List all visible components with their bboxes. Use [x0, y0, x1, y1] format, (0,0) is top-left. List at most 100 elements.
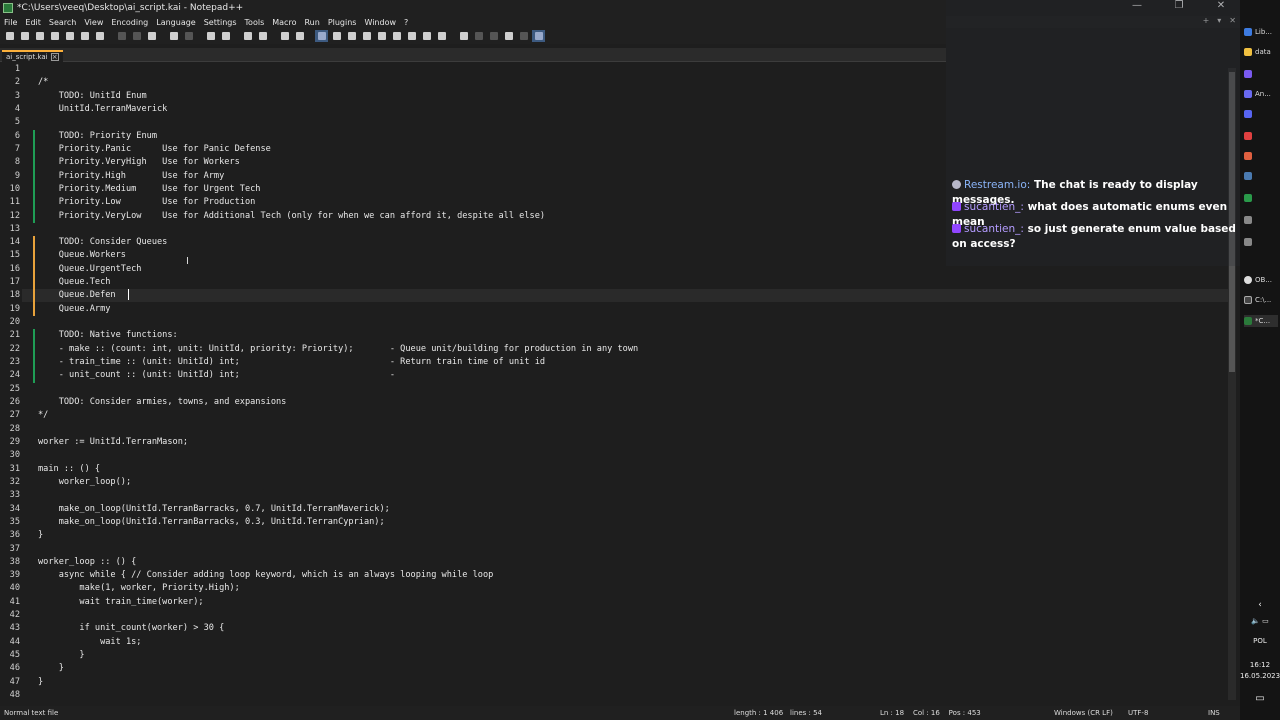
tray-icons[interactable]: 🔈 ▭	[1240, 616, 1280, 626]
document-map-icon[interactable]	[375, 30, 388, 42]
line-number[interactable]: 2	[0, 76, 20, 89]
save-macro-icon[interactable]	[517, 30, 530, 42]
code-line[interactable]: worker := UnitId.TerranMason;	[38, 436, 188, 449]
replace-icon[interactable]	[219, 30, 232, 42]
input-language[interactable]: POL	[1240, 636, 1280, 646]
document-list-icon[interactable]	[390, 30, 403, 42]
line-number[interactable]: 30	[0, 449, 20, 462]
line-number[interactable]: 28	[0, 423, 20, 436]
menu-tools[interactable]: Tools	[241, 18, 269, 27]
line-number[interactable]: 17	[0, 276, 20, 289]
line-number[interactable]: 46	[0, 662, 20, 675]
menu-window[interactable]: Window	[360, 18, 400, 27]
taskbar-item-app[interactable]	[1244, 68, 1278, 80]
sync-vertical-icon[interactable]	[278, 30, 291, 42]
line-number[interactable]: 40	[0, 582, 20, 595]
close-all-icon[interactable]	[78, 30, 91, 42]
code-line[interactable]: make_on_loop(UnitId.TerranBarracks, 0.7,…	[38, 503, 390, 516]
new-file-icon[interactable]	[3, 30, 16, 42]
code-line[interactable]: }	[38, 529, 43, 542]
code-line[interactable]: - make :: (count: int, unit: UnitId, pri…	[38, 343, 638, 356]
line-number[interactable]: 43	[0, 622, 20, 635]
code-line[interactable]: TODO: Native functions:	[38, 329, 178, 342]
line-number[interactable]: 13	[0, 223, 20, 236]
code-line[interactable]: worker_loop :: () {	[38, 556, 136, 569]
indent-guide-icon[interactable]	[345, 30, 358, 42]
show-all-characters-icon[interactable]	[330, 30, 343, 42]
line-number[interactable]: 5	[0, 116, 20, 129]
line-number[interactable]: 27	[0, 409, 20, 422]
line-number[interactable]: 37	[0, 543, 20, 556]
line-number[interactable]: 6	[0, 130, 20, 143]
code-line[interactable]: Priority.VeryLow Use for Additional Tech…	[38, 210, 545, 223]
taskbar-item-terminal[interactable]: C:\...	[1244, 294, 1278, 306]
code-line[interactable]: Priority.High Use for Army	[38, 170, 225, 183]
line-number[interactable]: 19	[0, 303, 20, 316]
code-line[interactable]: Queue.UrgentTech	[38, 263, 142, 276]
taskbar-item-app[interactable]	[1244, 130, 1278, 142]
save-all-icon[interactable]	[48, 30, 61, 42]
redo-icon[interactable]	[182, 30, 195, 42]
run-macro-multiple-icon[interactable]	[502, 30, 515, 42]
tab-ai-script[interactable]: ai_script.kai ×	[2, 50, 63, 62]
line-number[interactable]: 20	[0, 316, 20, 329]
line-number[interactable]: 21	[0, 329, 20, 342]
open-file-icon[interactable]	[18, 30, 31, 42]
taskbar-item-app[interactable]	[1244, 192, 1278, 204]
menu-settings[interactable]: Settings	[200, 18, 241, 27]
line-number[interactable]: 22	[0, 343, 20, 356]
line-number[interactable]: 31	[0, 463, 20, 476]
cut-icon[interactable]	[115, 30, 128, 42]
code-line[interactable]: /*	[38, 76, 48, 89]
monitoring-icon[interactable]	[435, 30, 448, 42]
line-number[interactable]: 29	[0, 436, 20, 449]
code-line[interactable]: Queue.Workers	[38, 249, 126, 262]
line-number[interactable]: 14	[0, 236, 20, 249]
line-number[interactable]: 15	[0, 249, 20, 262]
taskbar-item-app[interactable]	[1244, 214, 1278, 226]
line-number[interactable]: 10	[0, 183, 20, 196]
taskbar-item-browser[interactable]: Lib...	[1244, 26, 1278, 38]
print-icon[interactable]	[93, 30, 106, 42]
word-wrap-icon[interactable]	[315, 30, 328, 42]
line-number[interactable]: 39	[0, 569, 20, 582]
code-line[interactable]: wait train_time(worker);	[38, 596, 203, 609]
undo-icon[interactable]	[167, 30, 180, 42]
taskbar-item-app[interactable]	[1244, 150, 1278, 162]
line-number[interactable]: 34	[0, 503, 20, 516]
close-icon[interactable]	[63, 30, 76, 42]
line-number[interactable]: 24	[0, 369, 20, 382]
code-line[interactable]: TODO: Priority Enum	[38, 130, 157, 143]
taskbar-item-app[interactable]	[1244, 236, 1278, 248]
taskbar-item-notepadpp[interactable]: *C...	[1244, 315, 1278, 327]
code-line[interactable]: wait 1s;	[38, 636, 141, 649]
menu-file[interactable]: File	[0, 18, 21, 27]
line-number[interactable]: 48	[0, 689, 20, 702]
menu-help[interactable]: ?	[400, 18, 412, 27]
code-line[interactable]: UnitId.TerranMaverick	[38, 103, 168, 116]
line-number[interactable]: 9	[0, 170, 20, 183]
line-number[interactable]: 23	[0, 356, 20, 369]
taskbar-item-obs[interactable]: OB...	[1244, 274, 1278, 286]
line-number[interactable]: 41	[0, 596, 20, 609]
taskbar-item-app[interactable]	[1244, 108, 1278, 120]
code-line[interactable]: Queue.Tech	[38, 276, 111, 289]
record-macro-icon[interactable]	[457, 30, 470, 42]
line-number[interactable]: 16	[0, 263, 20, 276]
line-number[interactable]: 32	[0, 476, 20, 489]
chevron-left-icon[interactable]: ‹	[1240, 600, 1280, 610]
tab-close-icon[interactable]: ×	[50, 53, 59, 61]
code-line[interactable]: TODO: UnitId Enum	[38, 90, 147, 103]
find-icon[interactable]	[204, 30, 217, 42]
code-line[interactable]: }	[38, 676, 43, 689]
line-number[interactable]: 12	[0, 210, 20, 223]
notifications-icon[interactable]: ▭	[1240, 694, 1280, 704]
code-line[interactable]: worker_loop();	[38, 476, 131, 489]
save-icon[interactable]	[33, 30, 46, 42]
code-line[interactable]: TODO: Consider armies, towns, and expans…	[38, 396, 287, 409]
code-line[interactable]: */	[38, 409, 48, 422]
line-number[interactable]: 7	[0, 143, 20, 156]
code-line[interactable]: main :: () {	[38, 463, 100, 476]
code-line[interactable]: Queue.Defen	[38, 289, 116, 302]
menu-search[interactable]: Search	[45, 18, 80, 27]
